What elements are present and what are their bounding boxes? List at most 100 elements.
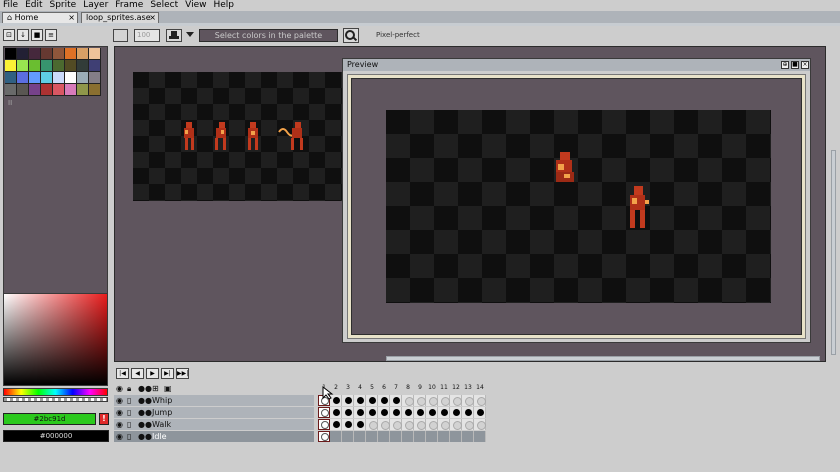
hue-slider[interactable] — [3, 388, 108, 396]
tab-home[interactable]: ⌂ Home × — [2, 12, 78, 23]
palette-swatch[interactable] — [5, 60, 17, 72]
palette-swatch[interactable] — [41, 84, 53, 96]
palette-swatch[interactable] — [17, 60, 29, 72]
tolerance-input[interactable]: 100 — [134, 29, 160, 42]
maximize-icon[interactable]: ■ — [791, 61, 799, 69]
palette-swatch[interactable] — [65, 48, 77, 60]
timeline-cel[interactable] — [474, 431, 486, 442]
timeline-cel[interactable] — [390, 395, 402, 406]
eye-icon[interactable]: ◉ — [116, 396, 123, 405]
vertical-scrollbar-thumb[interactable] — [831, 150, 836, 355]
palette-swatch[interactable] — [77, 72, 89, 84]
palette-preset-icon[interactable]: ■ — [31, 29, 43, 41]
layer-header[interactable]: ◉ ▯ ●● Jump — [114, 407, 314, 418]
pin-icon[interactable]: ⊕ — [781, 61, 789, 69]
timeline-cel[interactable] — [438, 407, 450, 418]
palette-swatch[interactable] — [5, 48, 17, 60]
frame-number[interactable]: 9 — [414, 384, 426, 391]
timeline-cel[interactable] — [426, 431, 438, 442]
timeline-cel[interactable] — [354, 419, 366, 430]
continuous-icon[interactable]: ●● — [138, 420, 152, 429]
color-spectrum[interactable] — [3, 293, 108, 386]
palette-swatch[interactable] — [53, 48, 65, 60]
preview-viewport[interactable] — [351, 78, 802, 335]
palette-swatch[interactable] — [53, 84, 65, 96]
palette-swatch[interactable] — [53, 72, 65, 84]
timeline-cel[interactable] — [378, 395, 390, 406]
palette-swatch[interactable] — [65, 72, 77, 84]
palette-swatch[interactable] — [41, 48, 53, 60]
timeline-cel[interactable] — [378, 407, 390, 418]
eye-icon[interactable]: ◉ — [116, 384, 123, 393]
frame-number[interactable]: 10 — [426, 384, 438, 391]
timeline-cel[interactable] — [342, 407, 354, 418]
timeline-cel[interactable] — [342, 395, 354, 406]
timeline[interactable]: ◉ 🔒︎ ●● ⊞ ▣ 1234567891011121314 ◉▯●●Whip… — [114, 383, 840, 472]
warning-icon[interactable]: ! — [99, 413, 109, 425]
timeline-cel[interactable] — [402, 407, 414, 418]
horizontal-scrollbar-thumb[interactable] — [386, 356, 820, 361]
timeline-cel[interactable] — [390, 407, 402, 418]
frame-number[interactable]: 6 — [378, 384, 390, 391]
timeline-cel[interactable] — [354, 431, 366, 442]
palette-swatch[interactable] — [77, 60, 89, 72]
timeline-cel[interactable] — [378, 431, 390, 442]
palette-swatch[interactable] — [29, 72, 41, 84]
timeline-cel[interactable] — [474, 395, 486, 406]
timeline-cel[interactable] — [414, 395, 426, 406]
frame-number[interactable]: 4 — [354, 384, 366, 391]
menu-layer[interactable]: Layer — [80, 0, 112, 11]
menu-view[interactable]: View — [182, 0, 210, 11]
layer-header[interactable]: ◉ ▯ ●● Walk — [114, 419, 314, 430]
palette-swatch[interactable] — [65, 60, 77, 72]
timeline-cel[interactable] — [474, 419, 486, 430]
frame-number[interactable]: 12 — [450, 384, 462, 391]
pixel-perfect-button[interactable] — [343, 28, 359, 43]
layer-header[interactable]: ◉ ▯ ●● Idle — [114, 431, 314, 442]
alpha-slider[interactable] — [3, 397, 108, 402]
timeline-cel[interactable] — [462, 419, 474, 430]
palette-menu-icon[interactable]: ≡ — [45, 29, 57, 41]
sprite-canvas[interactable] — [133, 72, 343, 201]
timeline-cel[interactable] — [390, 431, 402, 442]
timeline-cel[interactable] — [330, 419, 342, 430]
lock-icon[interactable]: ▯ — [127, 432, 131, 441]
palette-swatch[interactable] — [89, 72, 101, 84]
timeline-cel[interactable] — [402, 419, 414, 430]
next-frame-button[interactable]: ▶| — [161, 368, 174, 379]
background-color-button[interactable]: #000000 — [3, 430, 109, 442]
layer-row[interactable]: ◉ ▯ ●● Walk — [114, 419, 486, 431]
timeline-cel[interactable] — [414, 419, 426, 430]
timeline-cel[interactable] — [318, 407, 330, 418]
frame-number[interactable]: 3 — [342, 384, 354, 391]
frame-number[interactable]: 7 — [390, 384, 402, 391]
menu-select[interactable]: Select — [147, 0, 182, 11]
timeline-cel[interactable] — [354, 407, 366, 418]
eye-icon[interactable]: ◉ — [116, 432, 123, 441]
timeline-cel[interactable] — [438, 395, 450, 406]
layer-header[interactable]: ◉ ▯ ●● Whip — [114, 395, 314, 406]
lock-icon[interactable]: 🔒︎ — [127, 384, 131, 393]
frame-number[interactable]: 5 — [366, 384, 378, 391]
timeline-cel[interactable] — [438, 431, 450, 442]
lock-icon[interactable]: ▯ — [127, 408, 131, 417]
close-icon[interactable]: × — [149, 13, 156, 23]
timeline-cel[interactable] — [450, 407, 462, 418]
timeline-cel[interactable] — [402, 431, 414, 442]
eye-icon[interactable]: ◉ — [116, 420, 123, 429]
palette-swatch[interactable] — [77, 48, 89, 60]
chevron-down-icon[interactable] — [186, 32, 194, 37]
timeline-cel[interactable] — [474, 407, 486, 418]
timeline-cel[interactable] — [366, 407, 378, 418]
timeline-cel[interactable] — [414, 407, 426, 418]
preview-window[interactable]: Preview ⊕ ■ × — [342, 58, 811, 343]
palette-swatch[interactable] — [17, 72, 29, 84]
timeline-cel[interactable] — [318, 431, 330, 442]
palette-swatch[interactable] — [17, 84, 29, 96]
frame-number[interactable]: 13 — [462, 384, 474, 391]
timeline-cel[interactable] — [426, 395, 438, 406]
timeline-cel[interactable] — [354, 395, 366, 406]
last-frame-button[interactable]: ▶▶| — [176, 368, 189, 379]
menu-edit[interactable]: Edit — [22, 0, 46, 11]
palette-swatch[interactable] — [29, 48, 41, 60]
